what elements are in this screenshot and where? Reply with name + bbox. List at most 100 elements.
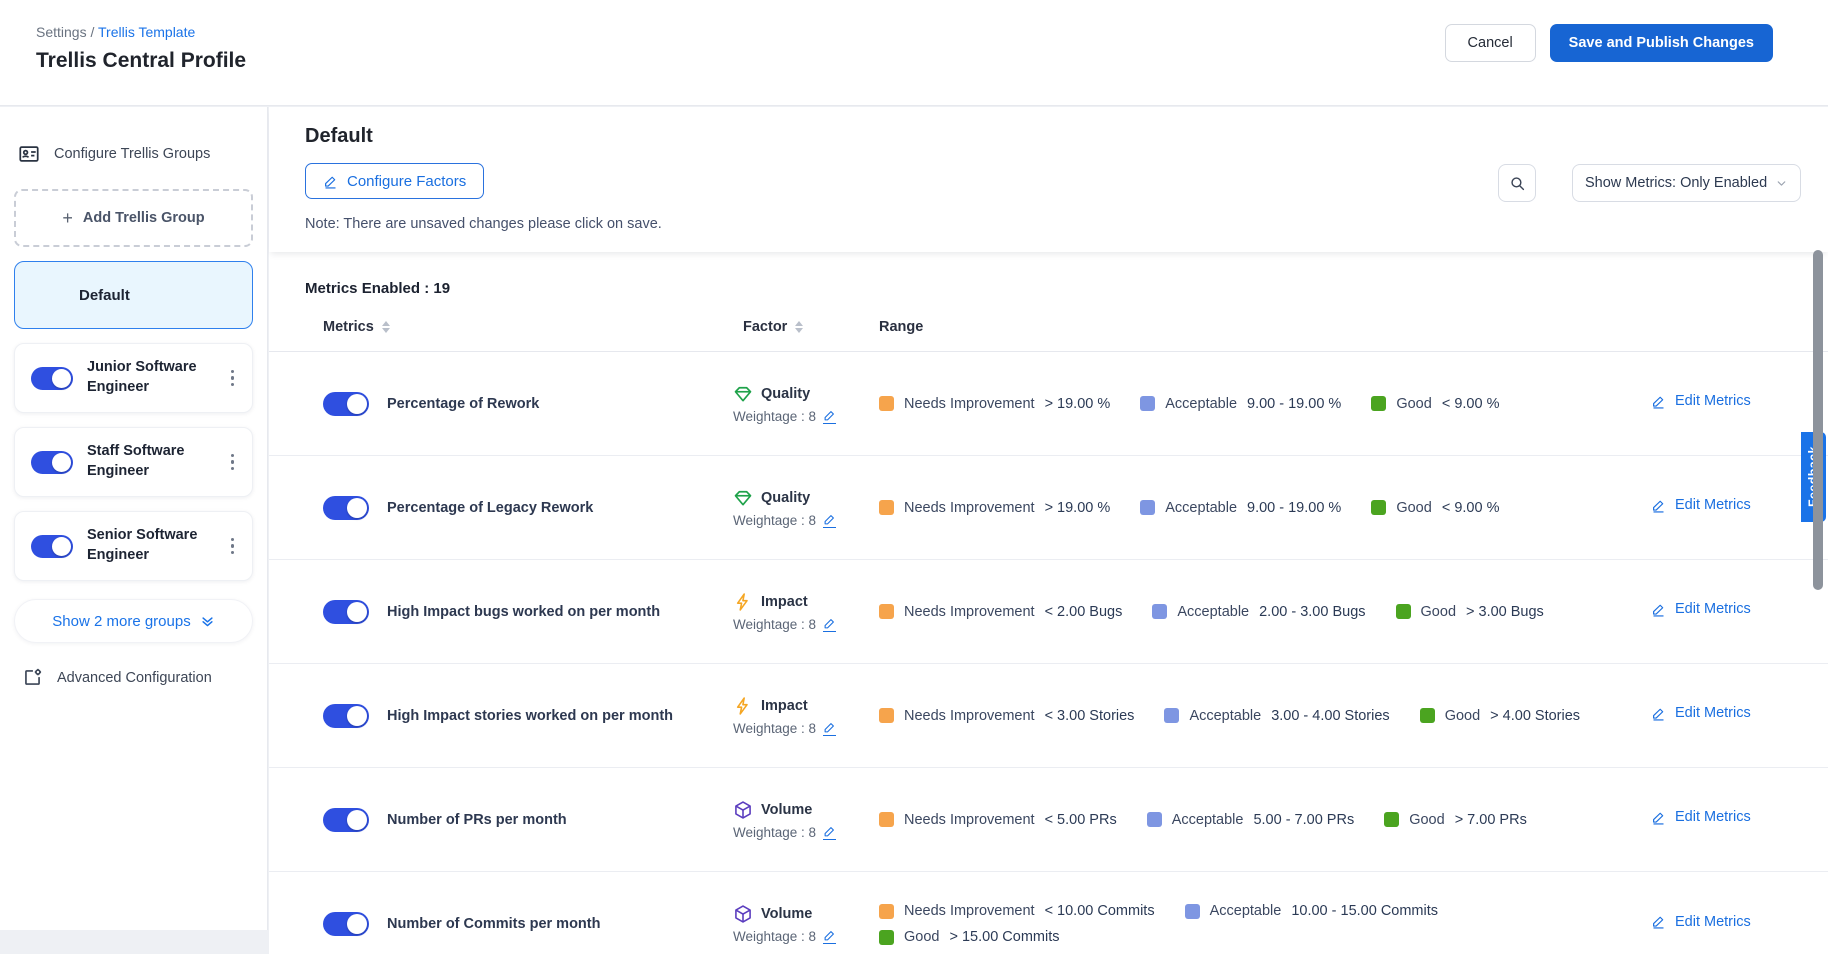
range-label: Needs Improvement (904, 500, 1035, 516)
range-label: Needs Improvement (904, 396, 1035, 412)
metric-cell: Number of PRs per month (323, 808, 733, 832)
weightage-row: Weightage : 8 (733, 513, 879, 528)
configure-factors-button[interactable]: Configure Factors (305, 163, 484, 199)
group-toggle[interactable] (31, 367, 73, 390)
range-label: Good (1396, 500, 1431, 516)
advanced-configuration-label: Advanced Configuration (57, 670, 212, 686)
group-label: Junior Software Engineer (87, 358, 211, 397)
metric-cell: Number of Commits per month (323, 912, 733, 936)
group-card-default[interactable]: Default (14, 261, 253, 329)
edit-metrics-link[interactable]: Edit Metrics (1651, 914, 1751, 930)
weightage-row: Weightage : 8 (733, 929, 879, 944)
scrollbar-thumb[interactable] (1813, 250, 1823, 590)
volume-cube-icon (733, 904, 753, 924)
range-swatch (879, 396, 894, 411)
metric-toggle[interactable] (323, 496, 369, 520)
edit-metrics-link[interactable]: Edit Metrics (1651, 393, 1751, 409)
sort-icon-factor[interactable] (795, 321, 803, 334)
save-publish-button[interactable]: Save and Publish Changes (1550, 24, 1773, 62)
kebab-menu-icon[interactable] (225, 364, 241, 393)
edit-weightage-icon[interactable] (823, 617, 836, 632)
kebab-menu-icon[interactable] (225, 532, 241, 561)
range-swatch (1420, 708, 1435, 723)
range-swatch (1147, 812, 1162, 827)
metric-row: Number of Commits per month Volume (269, 872, 1828, 954)
range-needs-improvement: Needs Improvement < 10.00 Commits (879, 903, 1155, 919)
double-chevron-down-icon (200, 614, 215, 629)
range-acceptable: Acceptable 9.00 - 19.00 % (1140, 500, 1341, 516)
kebab-menu-icon[interactable] (225, 448, 241, 477)
metric-row: High Impact bugs worked on per month Imp… (269, 560, 1828, 664)
range-label: Acceptable (1172, 812, 1244, 828)
range-value: 3.00 - 4.00 Stories (1271, 708, 1390, 724)
search-button[interactable] (1498, 164, 1536, 202)
toolbar-right: Show Metrics: Only Enabled (1498, 164, 1801, 202)
group-card[interactable]: Senior Software Engineer (14, 511, 253, 581)
breadcrumb: Settings / Trellis Template (36, 24, 246, 40)
breadcrumb-separator: / (90, 24, 98, 40)
edit-metrics-link[interactable]: Edit Metrics (1651, 705, 1751, 721)
actions-cell: Edit Metrics (1651, 393, 1751, 414)
range-label: Acceptable (1189, 708, 1261, 724)
range-needs-improvement: Needs Improvement < 5.00 PRs (879, 812, 1117, 828)
range-swatch (879, 812, 894, 827)
edit-weightage-icon[interactable] (823, 513, 836, 528)
search-icon (1509, 175, 1526, 192)
weightage-label: Weightage : 8 (733, 513, 816, 528)
metric-toggle[interactable] (323, 392, 369, 416)
range-label: Needs Improvement (904, 708, 1035, 724)
sidebar: Configure Trellis Groups + Add Trellis G… (0, 107, 268, 930)
group-card[interactable]: Junior Software Engineer (14, 343, 253, 413)
selected-group-title: Default (305, 125, 1801, 148)
range-label: Needs Improvement (904, 604, 1035, 620)
edit-metrics-label: Edit Metrics (1675, 497, 1751, 513)
metric-row: Percentage of Rework Quality W (269, 352, 1828, 456)
range-swatch (1140, 396, 1155, 411)
factor-cell: Impact Weightage : 8 (733, 592, 879, 632)
factor-cell: Volume Weightage : 8 (733, 904, 879, 944)
pencil-icon (323, 174, 338, 189)
metrics-enabled-count: Metrics Enabled : 19 (269, 252, 1828, 297)
edit-metrics-link[interactable]: Edit Metrics (1651, 497, 1751, 513)
group-toggle[interactable] (31, 535, 73, 558)
metric-row: Number of PRs per month Volume (269, 768, 1828, 872)
quality-gem-icon (733, 488, 753, 508)
metric-toggle[interactable] (323, 704, 369, 728)
edit-weightage-icon[interactable] (823, 929, 836, 944)
show-metrics-dropdown[interactable]: Show Metrics: Only Enabled (1572, 164, 1801, 202)
actions-cell: Edit Metrics (1651, 705, 1751, 726)
metric-toggle[interactable] (323, 808, 369, 832)
configure-trellis-groups-header: Configure Trellis Groups (14, 143, 253, 165)
breadcrumb-trellis-template[interactable]: Trellis Template (98, 24, 195, 40)
group-toggle[interactable] (31, 451, 73, 474)
edit-metrics-link[interactable]: Edit Metrics (1651, 601, 1751, 617)
metric-name: Number of Commits per month (387, 916, 600, 932)
metric-toggle[interactable] (323, 600, 369, 624)
range-value: 9.00 - 19.00 % (1247, 396, 1341, 412)
advanced-configuration-button[interactable]: Advanced Configuration (14, 667, 253, 688)
table-header-row: Metrics Factor Range (269, 319, 1828, 352)
edit-weightage-icon[interactable] (823, 409, 836, 424)
range-swatch (879, 500, 894, 515)
factor-name: Volume (761, 906, 812, 922)
volume-cube-icon (733, 800, 753, 820)
add-trellis-group-button[interactable]: + Add Trellis Group (14, 189, 253, 247)
group-card[interactable]: Staff Software Engineer (14, 427, 253, 497)
sort-icon-metrics[interactable] (382, 321, 390, 334)
group-label: Staff Software Engineer (87, 442, 211, 481)
edit-metrics-link[interactable]: Edit Metrics (1651, 809, 1751, 825)
range-label: Needs Improvement (904, 812, 1035, 828)
factor-icon (733, 488, 753, 508)
edit-weightage-icon[interactable] (823, 825, 836, 840)
breadcrumb-settings[interactable]: Settings (36, 24, 87, 40)
metric-toggle[interactable] (323, 912, 369, 936)
main-panel: Default Configure Factors Note: There ar… (269, 107, 1828, 954)
range-label: Acceptable (1210, 903, 1282, 919)
show-more-groups-button[interactable]: Show 2 more groups (14, 599, 253, 643)
top-header: Settings / Trellis Template Trellis Cent… (0, 0, 1828, 106)
cancel-button[interactable]: Cancel (1445, 24, 1536, 62)
range-swatch (1371, 500, 1386, 515)
metric-cell: High Impact bugs worked on per month (323, 600, 733, 624)
edit-metrics-label: Edit Metrics (1675, 393, 1751, 409)
edit-weightage-icon[interactable] (823, 721, 836, 736)
